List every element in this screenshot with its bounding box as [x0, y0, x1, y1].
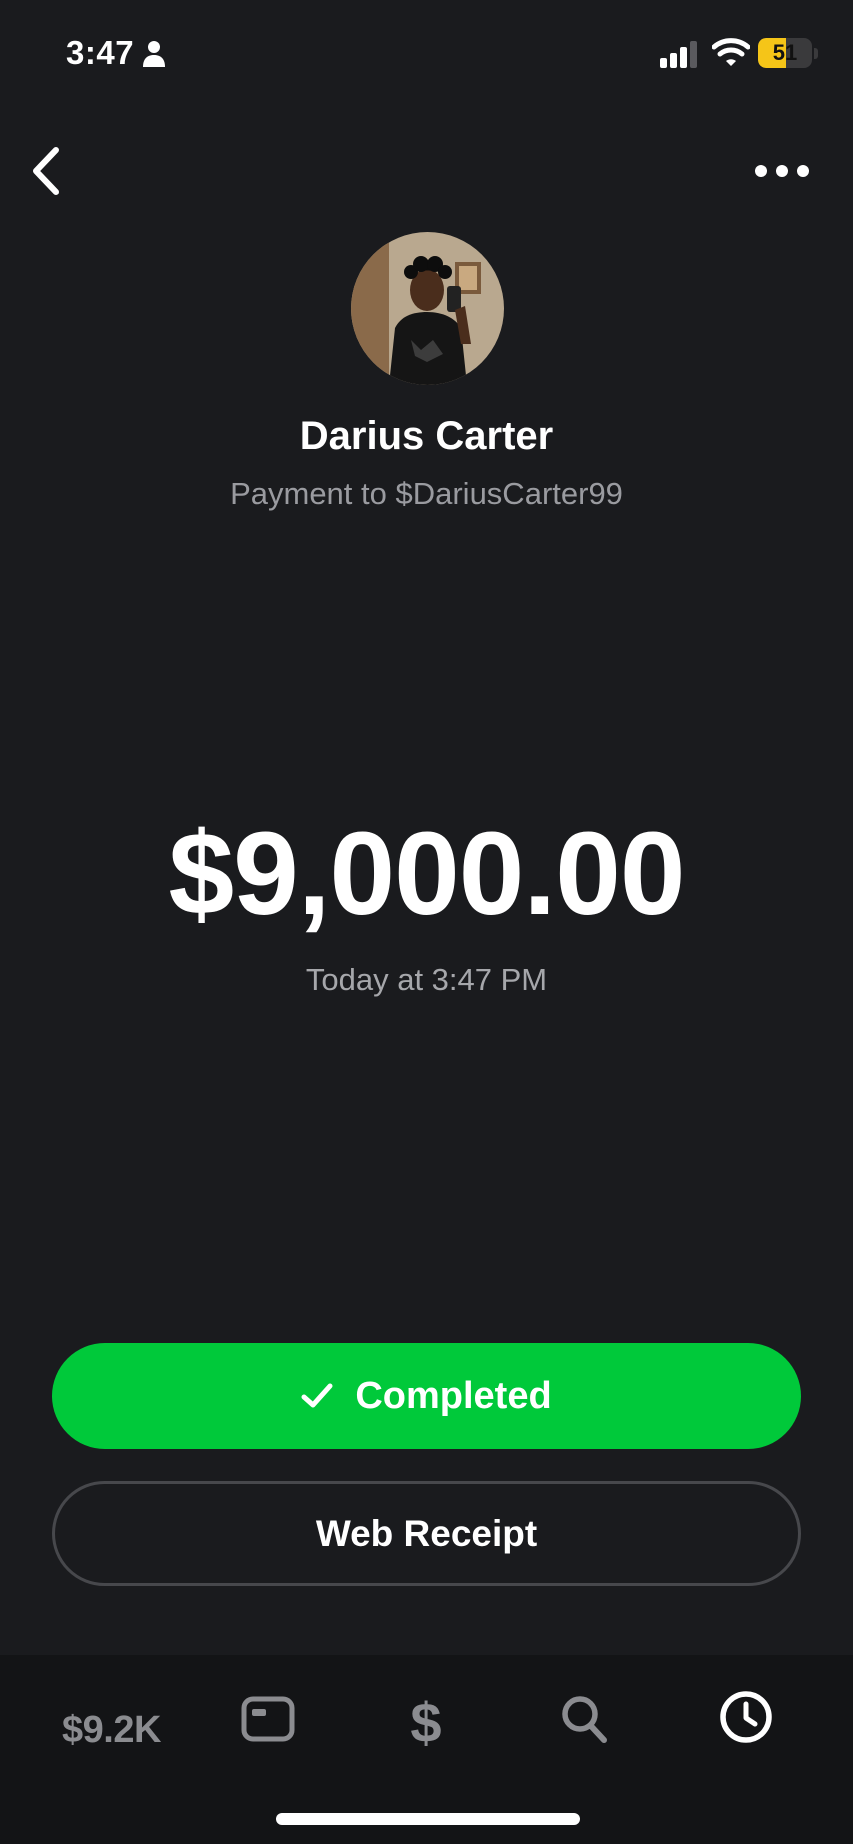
payment-subtitle: Payment to $DariusCarter99: [230, 476, 623, 511]
battery-level: 51: [772, 40, 798, 65]
tab-pay[interactable]: $: [396, 1691, 456, 1755]
clock-icon: [720, 1691, 772, 1743]
payment-detail-screen: 3:47 51 Darius Carter Payment to $Darius…: [0, 0, 853, 1844]
back-button[interactable]: [24, 144, 72, 198]
battery-icon: 51: [758, 38, 812, 68]
battery-nub: [814, 48, 818, 59]
tab-balance[interactable]: $9.2K: [62, 1709, 161, 1752]
web-receipt-button[interactable]: Web Receipt: [52, 1481, 801, 1586]
checkmark-icon: [301, 1383, 333, 1408]
home-indicator: [276, 1813, 580, 1825]
avatar-photo: [351, 232, 504, 385]
more-options-button[interactable]: [752, 156, 812, 186]
payment-timestamp: Today at 3:47 PM: [305, 962, 548, 997]
web-receipt-label: Web Receipt: [315, 1512, 538, 1554]
completed-status-button[interactable]: Completed: [52, 1343, 801, 1449]
tab-search[interactable]: [558, 1691, 610, 1747]
more-horizontal-icon: [755, 165, 809, 177]
cellular-signal-icon: [660, 41, 697, 68]
recipient-name: Darius Carter: [299, 414, 554, 458]
tab-activity[interactable]: [718, 1689, 774, 1745]
payment-amount: $9,000.00: [168, 808, 686, 940]
completed-label: Completed: [355, 1374, 552, 1417]
status-bar: 3:47 51: [0, 0, 853, 110]
tab-card[interactable]: [240, 1691, 296, 1747]
search-icon: [562, 1696, 607, 1743]
chevron-left-icon: [33, 147, 59, 195]
status-time: 3:47: [66, 34, 135, 71]
wifi-icon: [712, 38, 750, 66]
card-icon: [241, 1696, 295, 1742]
person-icon: [143, 41, 165, 67]
avatar[interactable]: [351, 232, 504, 385]
